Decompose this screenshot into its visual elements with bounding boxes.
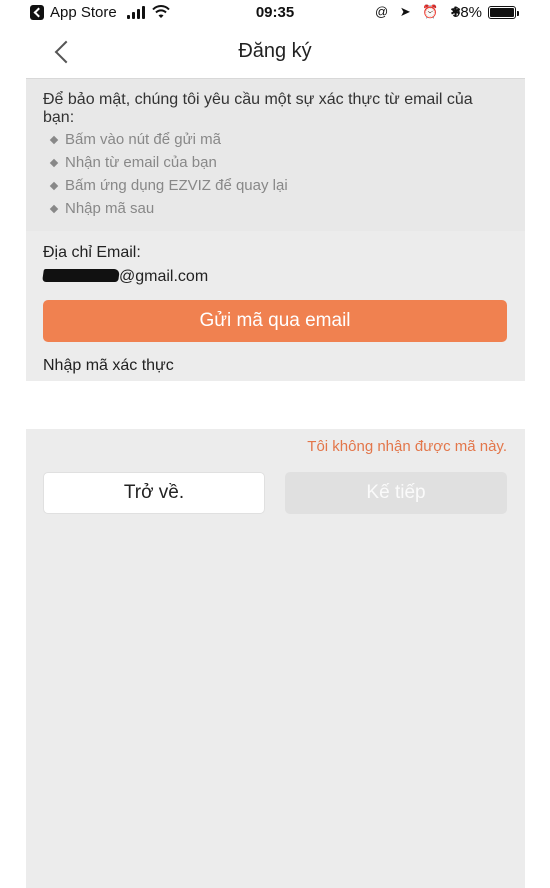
battery-percent: 98% bbox=[452, 4, 483, 21]
email-domain: @gmail.com bbox=[119, 268, 209, 285]
redaction-mark bbox=[42, 269, 120, 282]
verification-code-label: Nhập mã xác thực bbox=[43, 357, 174, 374]
step-item: Nhập mã sau bbox=[50, 200, 288, 223]
code-not-received-link[interactable]: Tôi không nhận được mã này. bbox=[307, 438, 507, 455]
step-item: Nhận từ email của bạn bbox=[50, 154, 288, 177]
verification-code-input[interactable] bbox=[26, 381, 525, 429]
step-item: Bấm vào nút để gửi mã bbox=[50, 131, 288, 154]
next-button[interactable]: Kế tiếp bbox=[285, 472, 507, 514]
page-title: Đăng ký bbox=[238, 40, 312, 62]
step-item: Bấm ứng dụng EZVIZ để quay lại bbox=[50, 177, 288, 200]
send-code-button[interactable]: Gửi mã qua email bbox=[43, 300, 507, 342]
email-address: @gmail.com bbox=[42, 268, 209, 286]
status-bar: App Store 09:35 @ ➤ ⏰ ✱ 98% bbox=[0, 0, 550, 26]
navigation-bar: Đăng ký bbox=[0, 26, 550, 78]
battery-cap bbox=[517, 10, 519, 16]
back-button[interactable]: Trở về. bbox=[43, 472, 265, 514]
content-panel: Để bảo mật, chúng tôi yêu cầu một sự xác… bbox=[26, 78, 525, 888]
verification-intro: Để bảo mật, chúng tôi yêu cầu một sự xác… bbox=[26, 79, 525, 231]
battery-icon bbox=[488, 6, 519, 19]
email-label: Địa chỉ Email: bbox=[43, 244, 141, 261]
intro-text: Để bảo mật, chúng tôi yêu cầu một sự xác… bbox=[43, 91, 473, 126]
battery-level-fill bbox=[490, 8, 514, 17]
steps-list: Bấm vào nút để gửi mã Nhận từ email của … bbox=[50, 131, 288, 223]
